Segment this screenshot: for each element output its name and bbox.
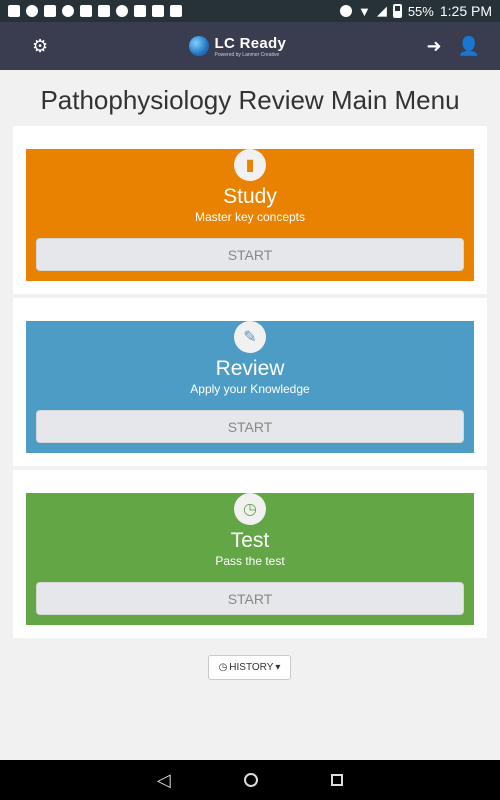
review-card: ✎ Review Apply your Knowledge START [26, 321, 474, 453]
history-label: HISTORY [229, 662, 274, 673]
test-card-wrapper: ◷ Test Pass the test START [13, 470, 487, 638]
test-card: ◷ Test Pass the test START [26, 493, 474, 625]
signal-icon: ◢ [376, 3, 387, 18]
status-bar: ▼ ◢ 55% 1:25 PM [0, 0, 500, 22]
logo-title: LC Ready [214, 34, 287, 52]
system-nav-bar: ◁ [0, 760, 500, 800]
study-card: ▮ Study Master key concepts START [26, 149, 474, 281]
chat-icon [62, 5, 74, 17]
sign-in-icon[interactable]: ➜ [426, 37, 441, 55]
battery-percent: 55% [407, 3, 434, 19]
caret-down-icon: ▾ [275, 662, 281, 673]
app-bar-actions: ➜ 👤 [426, 37, 480, 55]
study-card-wrapper: ▮ Study Master key concepts START [13, 126, 487, 294]
logo-mark-icon [188, 36, 209, 56]
add-user-icon[interactable]: 👤 [458, 37, 480, 55]
clock-icon: ◷ [234, 493, 266, 525]
study-title: Study [223, 185, 277, 208]
gear-icon[interactable]: ⚙ [32, 37, 48, 55]
back-icon[interactable]: ◁ [157, 770, 171, 791]
review-start-button[interactable]: START [36, 410, 464, 443]
pencil-icon: ✎ [234, 321, 266, 353]
image-icon [98, 5, 110, 17]
review-card-wrapper: ✎ Review Apply your Knowledge START [13, 298, 487, 466]
review-title: Review [215, 357, 285, 380]
home-icon[interactable] [243, 773, 258, 787]
book-icon: ▮ [234, 149, 266, 181]
cloud-icon [116, 5, 128, 17]
main-content: Pathophysiology Review Main Menu ▮ Study… [0, 70, 500, 760]
study-start-button[interactable]: START [36, 238, 464, 271]
app-logo: LC Ready Powered by Lanmer Creative [188, 35, 287, 58]
study-subtitle: Master key concepts [194, 210, 306, 224]
test-title: Test [230, 529, 270, 552]
dnd-icon [339, 5, 352, 17]
flag-icon [152, 5, 164, 17]
test-start-button[interactable]: START [36, 582, 464, 615]
clock-icon: ◷ [218, 662, 228, 673]
gmail-icon [8, 5, 20, 17]
logo-subtitle: Powered by Lanmer Creative [214, 51, 280, 58]
logo-text: LC Ready Powered by Lanmer Creative [215, 35, 287, 58]
message-icon [26, 5, 38, 17]
recents-icon[interactable] [331, 774, 344, 786]
test-subtitle: Pass the test [215, 554, 285, 568]
keyhole-icon [44, 5, 56, 17]
review-subtitle: Apply your Knowledge [190, 382, 310, 396]
system-icons: ▼ ◢ 55% 1:25 PM [339, 3, 492, 19]
app-bar: ⚙ LC Ready Powered by Lanmer Creative ➜ … [0, 22, 500, 70]
wifi-icon: ▼ [357, 3, 371, 19]
history-button[interactable]: ◷ HISTORY ▾ [208, 655, 291, 680]
clock-time: 1:25 PM [439, 3, 492, 19]
battery-icon [392, 4, 402, 18]
dropbox-icon [80, 5, 92, 17]
slack-icon [134, 5, 146, 17]
notification-icons [8, 5, 182, 17]
page-title: Pathophysiology Review Main Menu [40, 85, 460, 115]
flag-icon [170, 5, 182, 17]
